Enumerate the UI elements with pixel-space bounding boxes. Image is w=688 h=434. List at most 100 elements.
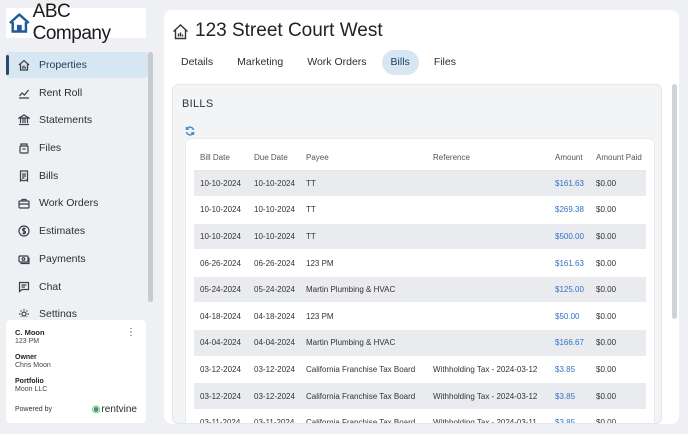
sidebar-scrollbar[interactable] [148,52,153,302]
tab-files[interactable]: Files [425,50,465,75]
bill-date-cell: 10-10-2024 [194,196,248,224]
sidebar-item-label: Statements [39,114,93,127]
tab-details[interactable]: Details [172,50,222,75]
bills-title: BILLS [182,98,214,110]
table-row[interactable]: 10-10-2024 10-10-2024 TT $500.00 $0.00 [194,223,646,251]
bill-date-cell: 03-11-2024 [194,409,248,423]
table-row[interactable]: 04-18-2024 04-18-2024 123 PM $50.00 $0.00 [194,302,646,331]
main-scrollbar[interactable] [672,84,677,319]
sidebar-item-bills[interactable]: Bills [6,163,148,189]
user-name: C. Moon [15,328,45,337]
house-logo-icon [9,13,30,33]
sidebar-item-files[interactable]: Files [6,135,148,161]
table-row[interactable]: 10-10-2024 10-10-2024 TT $161.63 $0.00 [194,170,646,198]
table-row[interactable]: 06-26-2024 06-26-2024 123 PM $161.63 $0.00 [194,249,646,277]
amount-cell[interactable]: $269.38 [549,196,590,224]
refresh-icon[interactable] [185,125,195,136]
payee-cell: California Franchise Tax Board [300,356,427,384]
payee-cell: 123 PM [300,249,427,277]
reference-cell [427,170,549,198]
bill-date-cell: 10-10-2024 [194,170,248,198]
portfolio-name: Moon LLC [15,386,48,393]
due-date-cell: 03-12-2024 [248,356,300,384]
sidebar-scrollbar-thumb[interactable] [148,52,153,302]
bills-table: Bill Date Due Date Payee Reference Amoun… [194,146,646,423]
table-row[interactable]: 03-12-2024 03-12-2024 California Franchise… [194,382,646,410]
due-date-cell: 04-18-2024 [248,302,300,331]
user-card: C. Moon 123 PM ⋮ Owner Chris Moon Portfo… [6,320,146,423]
column-header-amount-paid[interactable]: Amount Paid [590,146,646,171]
powered-by: Powered by ◉ rentvine [15,404,137,415]
sidebar: ABC Company Properties Rent Roll Stateme… [0,0,156,434]
amount-cell[interactable]: $3.85 [549,382,590,410]
table-header-row: Bill Date Due Date Payee Reference Amoun… [194,146,646,171]
table-row[interactable]: 10-10-2024 10-10-2024 TT $269.38 $0.00 [194,196,646,224]
sidebar-item-settings[interactable]: Settings [6,301,148,317]
bill-date-cell: 03-12-2024 [194,382,248,410]
rentvine-wordmark: rentvine [101,404,137,415]
sidebar-item-properties[interactable]: Properties [6,52,148,78]
amount-cell[interactable]: $3.85 [549,356,590,384]
sidebar-item-label: Work Orders [39,197,99,210]
money-icon [18,253,30,265]
sidebar-item-statements[interactable]: Statements [6,107,148,133]
reference-cell [427,196,549,224]
amount-cell[interactable]: $161.63 [549,249,590,277]
sidebar-item-label: Chat [39,280,62,293]
amount-cell[interactable]: $161.63 [549,170,590,198]
amount-paid-cell: $0.00 [590,223,646,251]
sidebar-item-rent-roll[interactable]: Rent Roll [6,80,148,106]
property-title: 123 Street Court West [195,20,383,41]
amount-paid-cell: $0.00 [590,409,646,423]
bill-date-cell: 10-10-2024 [194,223,248,251]
column-header-reference[interactable]: Reference [427,146,549,171]
table-row[interactable]: 05-24-2024 05-24-2024 Martin Plumbing & HV… [194,276,646,304]
sidebar-item-estimates[interactable]: Estimates [6,218,148,244]
amount-paid-cell: $0.00 [590,196,646,224]
due-date-cell: 03-12-2024 [248,382,300,410]
home-chart-icon [18,59,30,71]
amount-cell[interactable]: $166.67 [549,329,590,357]
column-header-payee[interactable]: Payee [300,146,427,171]
amount-paid-cell: $0.00 [590,249,646,277]
column-header-bill-date[interactable]: Bill Date [194,146,248,171]
amount-paid-cell: $0.00 [590,382,646,410]
reference-cell [427,223,549,251]
payee-cell: TT [300,170,427,198]
payee-cell: California Franchise Tax Board [300,382,427,410]
powered-by-label: Powered by [15,406,52,413]
amount-cell[interactable]: $500.00 [549,223,590,251]
dollar-circle-icon [18,225,30,237]
sidebar-item-work-orders[interactable]: Work Orders [6,190,148,216]
chat-icon [18,281,30,293]
due-date-cell: 10-10-2024 [248,196,300,224]
sidebar-item-label: Rent Roll [39,86,83,99]
payee-cell: Martin Plumbing & HVAC [300,276,427,304]
payee-cell: TT [300,196,427,224]
sidebar-item-payments[interactable]: Payments [6,246,148,272]
column-header-due-date[interactable]: Due Date [248,146,300,171]
gear-icon [18,308,30,317]
reference-cell: Withholding Tax - 2024-03-12 [427,356,549,384]
amount-cell[interactable]: $3.85 [549,409,590,423]
bills-table-container: Bill Date Due Date Payee Reference Amoun… [185,138,655,423]
company-logo[interactable]: ABC Company [6,1,146,44]
main-panel: 123 Street Court West Details Marketing … [164,10,679,424]
tab-bills[interactable]: Bills [381,50,419,75]
sidebar-item-label: Settings [39,308,77,317]
owner-name: Chris Moon [15,362,51,369]
sidebar-item-chat[interactable]: Chat [6,274,148,300]
bill-date-cell: 04-04-2024 [194,329,248,357]
due-date-cell: 03-11-2024 [248,409,300,423]
more-options-icon[interactable]: ⋮ [126,328,136,338]
column-header-amount[interactable]: Amount [549,146,590,171]
tab-work-orders[interactable]: Work Orders [298,50,375,75]
amount-cell[interactable]: $125.00 [549,276,590,304]
reference-cell [427,276,549,304]
amount-cell[interactable]: $50.00 [549,302,590,331]
table-row[interactable]: 03-11-2024 03-11-2024 California Franchise… [194,409,646,423]
table-row[interactable]: 04-04-2024 04-04-2024 Martin Plumbing & HV… [194,329,646,357]
amount-paid-cell: $0.00 [590,302,646,331]
table-row[interactable]: 03-12-2024 03-12-2024 California Franchise… [194,356,646,384]
tab-marketing[interactable]: Marketing [228,50,292,75]
